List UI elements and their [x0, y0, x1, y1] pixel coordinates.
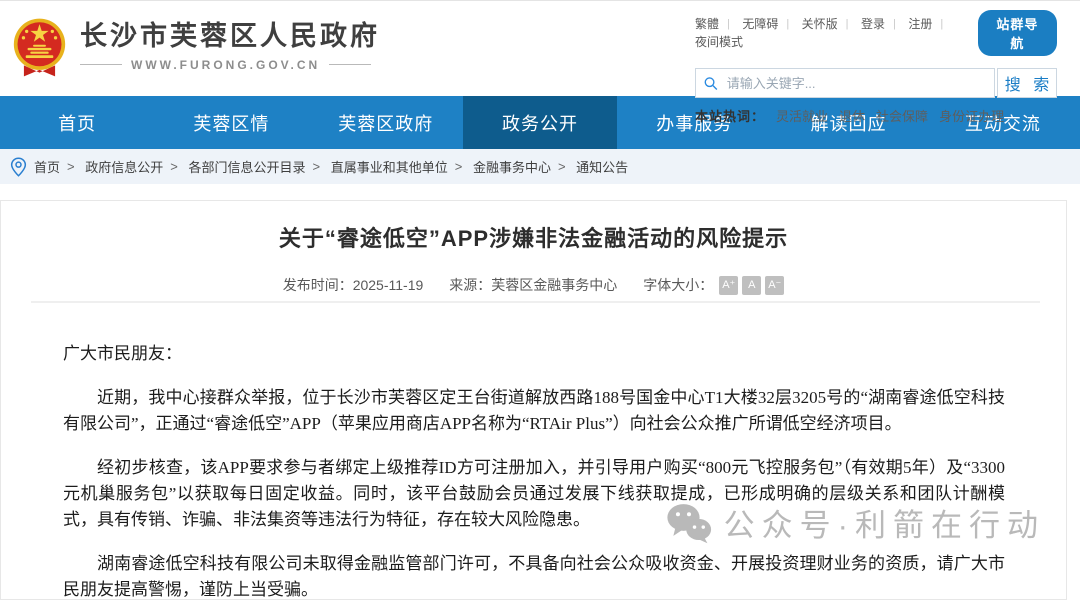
search-icon — [704, 76, 718, 91]
paragraphs: 近期，我中心接群众举报，位于长沙市芙蓉区定王台街道解放西路188号国金中心T1大… — [63, 385, 1005, 533]
hot-word-link[interactable]: 社会保障 — [876, 106, 928, 125]
hot-word-link[interactable]: 退休 — [839, 106, 865, 125]
link-separator: | — [893, 18, 896, 30]
breadcrumb: 首页 > 政府信息公开 > 各部门信息公开目录 > 直属事业和其他单位 > 金融… — [0, 149, 1080, 184]
nav-item[interactable]: 政务公开 — [463, 96, 617, 149]
search-bar: 搜 索 — [695, 68, 1057, 98]
article-meta: 发布时间： 2025-11-19 来源： 芙蓉区金融事务中心 字体大小： A⁺A… — [1, 275, 1066, 295]
article-card: 关于“睿途低空”APP涉嫌非法金融活动的风险提示 发布时间： 2025-11-1… — [0, 200, 1067, 600]
topbar-link[interactable]: 关怀版 — [802, 15, 838, 32]
link-separator: | — [786, 18, 789, 30]
topbar-link[interactable]: 无障碍 — [742, 15, 778, 32]
search-input[interactable] — [725, 75, 986, 92]
breadcrumb-separator: > — [67, 159, 75, 174]
font-size-button[interactable]: A⁻ — [765, 276, 784, 295]
font-size-buttons: A⁺AA⁻ — [719, 276, 784, 295]
breadcrumb-separator: > — [312, 159, 320, 174]
title-divider — [31, 301, 1040, 303]
link-separator: | — [940, 18, 943, 30]
source-value: 芙蓉区金融事务中心 — [491, 275, 617, 295]
link-separator: | — [846, 18, 849, 30]
salutation: 广大市民朋友： — [63, 341, 1005, 367]
topbar-link[interactable]: 注册 — [908, 15, 932, 32]
breadcrumb-separator: > — [170, 159, 178, 174]
breadcrumb-separator: > — [558, 159, 566, 174]
site-url-row: WWW.FURONG.GOV.CN — [80, 58, 380, 72]
search-box[interactable] — [695, 68, 995, 98]
topbar: 繁體 | 无障碍 | 关怀版 | 登录 | — [695, 10, 1057, 56]
font-size-label: 字体大小： — [643, 275, 713, 295]
hot-words-row: 本站热词： 灵活就业退休社会保障身份证办理 — [695, 106, 1057, 125]
breadcrumb-link[interactable]: 直属事业和其他单位 — [331, 157, 448, 176]
hot-words-label: 本站热词： — [695, 106, 765, 125]
topbar-link[interactable]: 繁體 — [695, 15, 719, 32]
link-separator: | — [727, 18, 730, 30]
decorative-line — [80, 64, 122, 65]
breadcrumb-link[interactable]: 各部门信息公开目录 — [188, 157, 305, 176]
body-paragraph-clipped: 湖南睿途低空科技有限公司未取得金融监管部门许可，不具备向社会公众吸收资金、开展投… — [63, 551, 1005, 603]
publish-date: 2025-11-19 — [353, 277, 424, 293]
breadcrumb-link[interactable]: 金融事务中心 — [473, 157, 551, 176]
site-brand: 长沙市芙蓉区人民政府 WWW.FURONG.GOV.CN — [12, 16, 380, 78]
site-name: 长沙市芙蓉区人民政府 — [80, 23, 380, 50]
body-paragraph: 近期，我中心接群众举报，位于长沙市芙蓉区定王台街道解放西路188号国金中心T1大… — [63, 385, 1005, 437]
decorative-line — [329, 64, 371, 65]
breadcrumb-link[interactable]: 政府信息公开 — [85, 157, 163, 176]
national-emblem-logo — [12, 16, 67, 78]
nav-item[interactable]: 芙蓉区政府 — [309, 96, 463, 149]
hot-word-link[interactable]: 身份证办理 — [939, 106, 1004, 125]
site-header: 长沙市芙蓉区人民政府 WWW.FURONG.GOV.CN 繁體 | 无障碍 — [0, 1, 1080, 96]
article-body: 广大市民朋友： 近期，我中心接群众举报，位于长沙市芙蓉区定王台街道解放西路188… — [63, 341, 1005, 603]
breadcrumb-link[interactable]: 通知公告 — [576, 157, 628, 176]
header-right: 繁體 | 无障碍 | 关怀版 | 登录 | — [695, 10, 1057, 125]
topbar-link[interactable]: 夜间模式 — [695, 33, 743, 50]
breadcrumb-trail: 首页 > 政府信息公开 > 各部门信息公开目录 > 直属事业和其他单位 > 金融… — [34, 157, 628, 176]
font-size-button[interactable]: A — [742, 276, 761, 295]
hot-word-link[interactable]: 灵活就业 — [776, 106, 828, 125]
search-button[interactable]: 搜 索 — [997, 68, 1057, 98]
topbar-link[interactable]: 登录 — [861, 15, 885, 32]
portal-nav-button[interactable]: 站群导航 — [978, 10, 1057, 56]
topbar-links: 繁體 | 无障碍 | 关怀版 | 登录 | — [695, 15, 966, 51]
article-title: 关于“睿途低空”APP涉嫌非法金融活动的风险提示 — [41, 221, 1026, 253]
location-pin-icon — [10, 157, 27, 177]
site-url: WWW.FURONG.GOV.CN — [131, 58, 320, 72]
nav-item[interactable]: 首页 — [0, 96, 154, 149]
publish-label: 发布时间： — [283, 275, 353, 295]
nav-item[interactable]: 芙蓉区情 — [154, 96, 308, 149]
breadcrumb-link[interactable]: 首页 — [34, 157, 60, 176]
breadcrumb-separator: > — [455, 159, 463, 174]
source-label: 来源： — [449, 275, 491, 295]
body-paragraph: 经初步核查，该APP要求参与者绑定上级推荐ID方可注册加入，并引导用户购买“80… — [63, 455, 1005, 533]
hot-words: 灵活就业退休社会保障身份证办理 — [776, 106, 1004, 125]
font-size-button[interactable]: A⁺ — [719, 276, 738, 295]
site-title-block: 长沙市芙蓉区人民政府 WWW.FURONG.GOV.CN — [80, 23, 380, 72]
